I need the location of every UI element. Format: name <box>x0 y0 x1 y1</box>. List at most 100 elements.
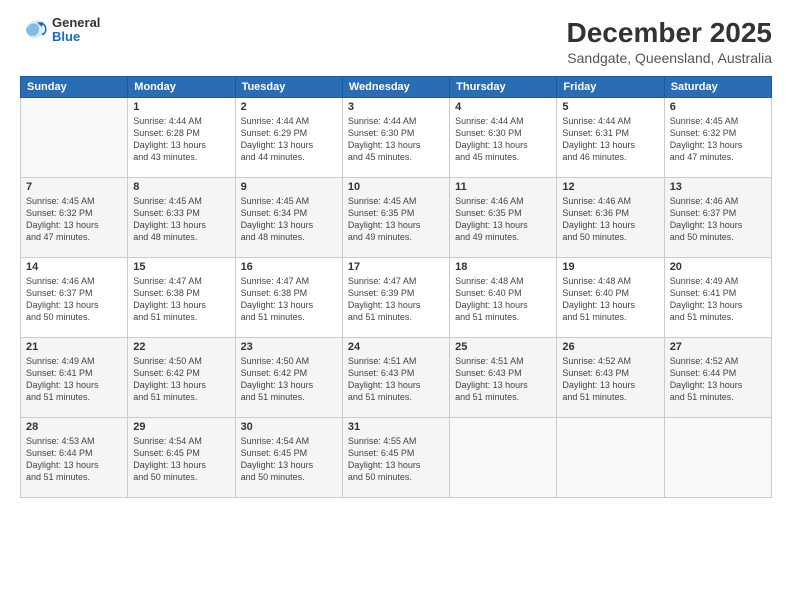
day-info: Sunrise: 4:47 AM Sunset: 6:38 PM Dayligh… <box>241 275 337 324</box>
day-number: 17 <box>348 261 444 273</box>
day-number: 8 <box>133 181 229 193</box>
table-row: 14 Sunrise: 4:46 AM Sunset: 6:37 PM Dayli… <box>21 257 128 337</box>
day-info: Sunrise: 4:45 AM Sunset: 6:34 PM Dayligh… <box>241 195 337 244</box>
day-info: Sunrise: 4:50 AM Sunset: 6:42 PM Dayligh… <box>133 355 229 404</box>
day-number: 18 <box>455 261 551 273</box>
table-row <box>21 97 128 177</box>
calendar-table: Sunday Monday Tuesday Wednesday Thursday… <box>20 76 772 498</box>
day-number: 21 <box>26 341 122 353</box>
calendar-week-row: 28Sunrise: 4:53 AM Sunset: 6:44 PM Dayli… <box>21 417 772 497</box>
logo: General Blue <box>20 16 100 45</box>
day-number: 20 <box>670 261 766 273</box>
day-info: Sunrise: 4:45 AM Sunset: 6:33 PM Dayligh… <box>133 195 229 244</box>
table-row <box>664 417 771 497</box>
page: General Blue December 2025 Sandgate, Que… <box>0 0 792 612</box>
day-info: Sunrise: 4:45 AM Sunset: 6:32 PM Dayligh… <box>670 115 766 164</box>
day-number: 5 <box>562 101 658 113</box>
table-row: 26 Sunrise: 4:52 AM Sunset: 6:43 PM Dayli… <box>557 337 664 417</box>
table-row: 27Sunrise: 4:52 AM Sunset: 6:44 PM Dayli… <box>664 337 771 417</box>
calendar-header-row: Sunday Monday Tuesday Wednesday Thursday… <box>21 76 772 97</box>
table-row: 5 Sunrise: 4:44 AM Sunset: 6:31 PM Daylig… <box>557 97 664 177</box>
day-info: Sunrise: 4:49 AM Sunset: 6:41 PM Dayligh… <box>26 355 122 404</box>
day-number: 26 <box>562 341 658 353</box>
day-number: 4 <box>455 101 551 113</box>
day-number: 16 <box>241 261 337 273</box>
day-info: Sunrise: 4:47 AM Sunset: 6:39 PM Dayligh… <box>348 275 444 324</box>
table-row: 16 Sunrise: 4:47 AM Sunset: 6:38 PM Dayli… <box>235 257 342 337</box>
table-row: 15Sunrise: 4:47 AM Sunset: 6:38 PM Dayli… <box>128 257 235 337</box>
day-number: 31 <box>348 421 444 433</box>
day-number: 22 <box>133 341 229 353</box>
table-row: 7 Sunrise: 4:45 AM Sunset: 6:32 PM Daylig… <box>21 177 128 257</box>
day-info: Sunrise: 4:51 AM Sunset: 6:43 PM Dayligh… <box>455 355 551 404</box>
calendar-week-row: 1 Sunrise: 4:44 AM Sunset: 6:28 PM Daylig… <box>21 97 772 177</box>
table-row: 19Sunrise: 4:48 AM Sunset: 6:40 PM Dayli… <box>557 257 664 337</box>
col-wednesday: Wednesday <box>342 76 449 97</box>
day-info: Sunrise: 4:51 AM Sunset: 6:43 PM Dayligh… <box>348 355 444 404</box>
day-number: 24 <box>348 341 444 353</box>
table-row <box>450 417 557 497</box>
header: General Blue December 2025 Sandgate, Que… <box>20 16 772 66</box>
logo-text: General Blue <box>52 16 100 45</box>
day-info: Sunrise: 4:52 AM Sunset: 6:43 PM Dayligh… <box>562 355 658 404</box>
day-number: 2 <box>241 101 337 113</box>
day-number: 28 <box>26 421 122 433</box>
day-number: 9 <box>241 181 337 193</box>
day-number: 30 <box>241 421 337 433</box>
day-number: 7 <box>26 181 122 193</box>
day-number: 13 <box>670 181 766 193</box>
day-info: Sunrise: 4:45 AM Sunset: 6:32 PM Dayligh… <box>26 195 122 244</box>
day-number: 3 <box>348 101 444 113</box>
day-info: Sunrise: 4:54 AM Sunset: 6:45 PM Dayligh… <box>241 435 337 484</box>
table-row: 31Sunrise: 4:55 AM Sunset: 6:45 PM Dayli… <box>342 417 449 497</box>
day-info: Sunrise: 4:44 AM Sunset: 6:29 PM Dayligh… <box>241 115 337 164</box>
day-number: 11 <box>455 181 551 193</box>
logo-blue-text: Blue <box>52 30 100 44</box>
col-sunday: Sunday <box>21 76 128 97</box>
table-row: 30 Sunrise: 4:54 AM Sunset: 6:45 PM Dayli… <box>235 417 342 497</box>
logo-general-text: General <box>52 16 100 30</box>
day-info: Sunrise: 4:44 AM Sunset: 6:30 PM Dayligh… <box>455 115 551 164</box>
table-row: 17 Sunrise: 4:47 AM Sunset: 6:39 PM Dayli… <box>342 257 449 337</box>
table-row: 23Sunrise: 4:50 AM Sunset: 6:42 PM Dayli… <box>235 337 342 417</box>
table-row: 28Sunrise: 4:53 AM Sunset: 6:44 PM Dayli… <box>21 417 128 497</box>
calendar-week-row: 7 Sunrise: 4:45 AM Sunset: 6:32 PM Daylig… <box>21 177 772 257</box>
table-row: 24 Sunrise: 4:51 AM Sunset: 6:43 PM Dayli… <box>342 337 449 417</box>
day-info: Sunrise: 4:48 AM Sunset: 6:40 PM Dayligh… <box>455 275 551 324</box>
day-info: Sunrise: 4:45 AM Sunset: 6:35 PM Dayligh… <box>348 195 444 244</box>
col-friday: Friday <box>557 76 664 97</box>
day-info: Sunrise: 4:46 AM Sunset: 6:37 PM Dayligh… <box>26 275 122 324</box>
day-number: 14 <box>26 261 122 273</box>
day-info: Sunrise: 4:48 AM Sunset: 6:40 PM Dayligh… <box>562 275 658 324</box>
table-row: 3Sunrise: 4:44 AM Sunset: 6:30 PM Daylig… <box>342 97 449 177</box>
table-row: 6 Sunrise: 4:45 AM Sunset: 6:32 PM Daylig… <box>664 97 771 177</box>
day-number: 6 <box>670 101 766 113</box>
table-row: 22 Sunrise: 4:50 AM Sunset: 6:42 PM Dayli… <box>128 337 235 417</box>
table-row: 20 Sunrise: 4:49 AM Sunset: 6:41 PM Dayli… <box>664 257 771 337</box>
day-info: Sunrise: 4:50 AM Sunset: 6:42 PM Dayligh… <box>241 355 337 404</box>
table-row: 29Sunrise: 4:54 AM Sunset: 6:45 PM Dayli… <box>128 417 235 497</box>
day-info: Sunrise: 4:47 AM Sunset: 6:38 PM Dayligh… <box>133 275 229 324</box>
table-row: 25 Sunrise: 4:51 AM Sunset: 6:43 PM Dayli… <box>450 337 557 417</box>
day-info: Sunrise: 4:49 AM Sunset: 6:41 PM Dayligh… <box>670 275 766 324</box>
title-block: December 2025 Sandgate, Queensland, Aust… <box>567 16 772 66</box>
day-info: Sunrise: 4:46 AM Sunset: 6:37 PM Dayligh… <box>670 195 766 244</box>
day-number: 29 <box>133 421 229 433</box>
table-row: 11 Sunrise: 4:46 AM Sunset: 6:35 PM Dayli… <box>450 177 557 257</box>
table-row: 18 Sunrise: 4:48 AM Sunset: 6:40 PM Dayli… <box>450 257 557 337</box>
table-row: 13 Sunrise: 4:46 AM Sunset: 6:37 PM Dayli… <box>664 177 771 257</box>
table-row: 12Sunrise: 4:46 AM Sunset: 6:36 PM Dayli… <box>557 177 664 257</box>
logo-icon <box>20 16 48 44</box>
day-info: Sunrise: 4:44 AM Sunset: 6:28 PM Dayligh… <box>133 115 229 164</box>
day-info: Sunrise: 4:46 AM Sunset: 6:35 PM Dayligh… <box>455 195 551 244</box>
day-number: 1 <box>133 101 229 113</box>
col-monday: Monday <box>128 76 235 97</box>
day-info: Sunrise: 4:52 AM Sunset: 6:44 PM Dayligh… <box>670 355 766 404</box>
calendar-week-row: 14 Sunrise: 4:46 AM Sunset: 6:37 PM Dayli… <box>21 257 772 337</box>
day-number: 10 <box>348 181 444 193</box>
table-row: 9 Sunrise: 4:45 AM Sunset: 6:34 PM Daylig… <box>235 177 342 257</box>
day-info: Sunrise: 4:46 AM Sunset: 6:36 PM Dayligh… <box>562 195 658 244</box>
day-number: 25 <box>455 341 551 353</box>
col-thursday: Thursday <box>450 76 557 97</box>
day-info: Sunrise: 4:44 AM Sunset: 6:31 PM Dayligh… <box>562 115 658 164</box>
